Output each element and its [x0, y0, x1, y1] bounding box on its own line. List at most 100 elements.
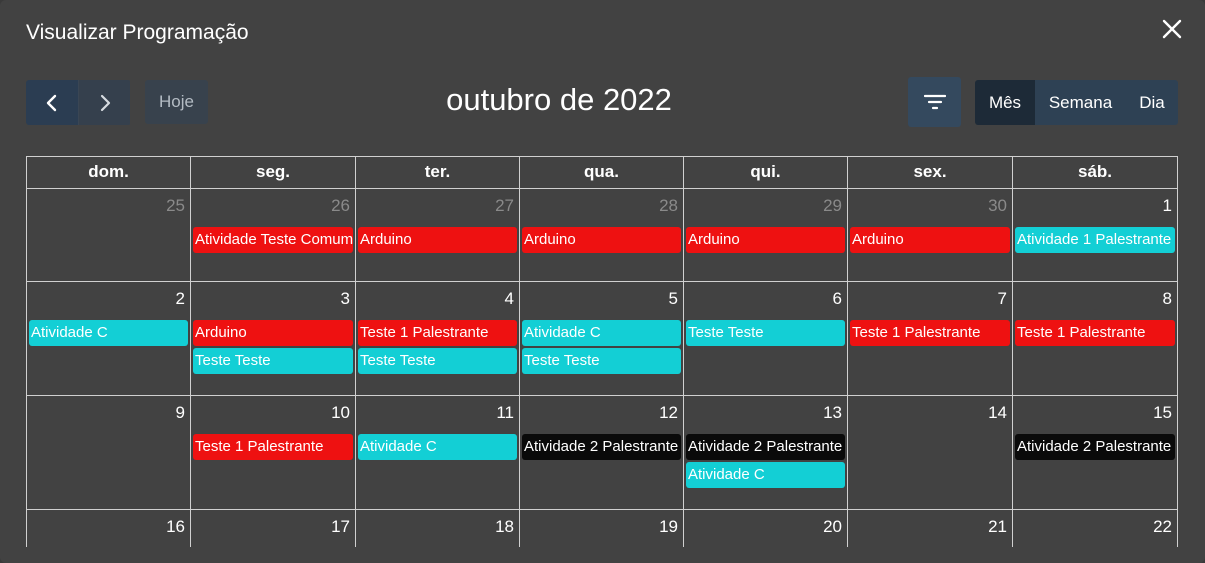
day-number[interactable]: 22: [1153, 517, 1172, 537]
day-number[interactable]: 3: [341, 289, 350, 309]
day-cell[interactable]: 29 Arduino: [684, 189, 848, 282]
day-number[interactable]: 2: [176, 289, 185, 309]
day-cell[interactable]: 19: [520, 510, 684, 547]
week-row: 16 17 18 19 20 21 22: [27, 510, 1178, 547]
calendar-event[interactable]: Arduino: [193, 320, 353, 346]
view-day-button[interactable]: Dia: [1126, 80, 1178, 125]
day-number[interactable]: 1: [1163, 196, 1172, 216]
day-number[interactable]: 18: [495, 517, 514, 537]
calendar-event[interactable]: Atividade 2 Palestrante: [1015, 434, 1175, 460]
weekday-header-cell: ter.: [356, 157, 520, 189]
day-cell[interactable]: 14: [848, 396, 1013, 510]
day-number[interactable]: 5: [669, 289, 678, 309]
close-icon[interactable]: [1161, 18, 1183, 40]
day-number[interactable]: 6: [833, 289, 842, 309]
calendar-event[interactable]: Teste Teste: [522, 348, 681, 374]
week-row: 2 Atividade C 3 Arduino Teste Teste 4 Teste 1 …: [27, 282, 1178, 396]
day-cell[interactable]: 21: [848, 510, 1013, 547]
day-number[interactable]: 29: [823, 196, 842, 216]
calendar-event[interactable]: Teste Teste: [193, 348, 353, 374]
day-cell[interactable]: 11 Atividade C: [356, 396, 520, 510]
calendar-event[interactable]: Atividade C: [686, 462, 845, 488]
day-cell[interactable]: 10 Teste 1 Palestrante: [191, 396, 356, 510]
day-cell[interactable]: 9: [27, 396, 191, 510]
day-number[interactable]: 9: [176, 403, 185, 423]
day-number[interactable]: 4: [505, 289, 514, 309]
calendar-event[interactable]: Arduino: [358, 227, 517, 253]
view-week-button[interactable]: Semana: [1035, 80, 1126, 125]
filter-icon: [923, 94, 946, 110]
weekday-header: dom. seg. ter. qua. qui. sex. sáb.: [27, 157, 1178, 189]
day-cell[interactable]: 15 Atividade 2 Palestrante: [1013, 396, 1178, 510]
day-cell[interactable]: 6 Teste Teste: [684, 282, 848, 396]
day-number[interactable]: 12: [659, 403, 678, 423]
day-cell[interactable]: 8 Teste 1 Palestrante: [1013, 282, 1178, 396]
calendar-event[interactable]: Atividade C: [29, 320, 188, 346]
weekday-header-cell: seg.: [191, 157, 356, 189]
calendar-event[interactable]: Arduino: [850, 227, 1010, 253]
weekday-header-cell: qua.: [520, 157, 684, 189]
day-cell[interactable]: 20: [684, 510, 848, 547]
day-number[interactable]: 19: [659, 517, 678, 537]
day-number[interactable]: 25: [166, 196, 185, 216]
calendar-event[interactable]: Teste 1 Palestrante: [193, 434, 353, 460]
calendar-event[interactable]: Teste 1 Palestrante: [1015, 320, 1175, 346]
schedule-modal: Visualizar Programação Hoje outubro de 2…: [0, 0, 1205, 563]
day-cell[interactable]: 27 Arduino: [356, 189, 520, 282]
weekday-header-cell: qui.: [684, 157, 848, 189]
modal-title: Visualizar Programação: [26, 21, 249, 44]
calendar-event[interactable]: Teste 1 Palestrante: [358, 320, 517, 346]
calendar-event[interactable]: Teste 1 Palestrante: [850, 320, 1010, 346]
filter-button[interactable]: [908, 77, 961, 127]
day-number[interactable]: 16: [166, 517, 185, 537]
calendar-event[interactable]: Atividade 2 Palestrante: [686, 434, 845, 460]
view-switcher: Mês Semana Dia: [975, 80, 1178, 125]
day-cell[interactable]: 22: [1013, 510, 1178, 547]
day-number[interactable]: 13: [823, 403, 842, 423]
day-cell[interactable]: 2 Atividade C: [27, 282, 191, 396]
view-month-button[interactable]: Mês: [975, 80, 1035, 125]
day-number[interactable]: 10: [331, 403, 350, 423]
day-number[interactable]: 30: [988, 196, 1007, 216]
day-number[interactable]: 8: [1163, 289, 1172, 309]
day-number[interactable]: 27: [495, 196, 514, 216]
calendar-event[interactable]: Atividade C: [358, 434, 517, 460]
day-cell[interactable]: 7 Teste 1 Palestrante: [848, 282, 1013, 396]
day-cell[interactable]: 16: [27, 510, 191, 547]
weekday-header-cell: sex.: [848, 157, 1013, 189]
day-cell[interactable]: 1 Atividade 1 Palestrante: [1013, 189, 1178, 282]
day-cell[interactable]: 12 Atividade 2 Palestrante: [520, 396, 684, 510]
day-cell[interactable]: 17: [191, 510, 356, 547]
day-number[interactable]: 28: [659, 196, 678, 216]
day-cell[interactable]: 25: [27, 189, 191, 282]
day-number[interactable]: 21: [988, 517, 1007, 537]
day-number[interactable]: 17: [331, 517, 350, 537]
month-calendar: dom. seg. ter. qua. qui. sex. sáb. 25 26 Ativida…: [26, 156, 1178, 547]
day-number[interactable]: 11: [496, 403, 514, 423]
calendar-event[interactable]: Teste Teste: [686, 320, 845, 346]
day-number[interactable]: 15: [1153, 403, 1172, 423]
week-row: 9 10 Teste 1 Palestrante 11 Atividade C 12 Ati…: [27, 396, 1178, 510]
day-cell[interactable]: 26 Atividade Teste Comum: [191, 189, 356, 282]
weekday-header-cell: sáb.: [1013, 157, 1178, 189]
calendar-event[interactable]: Atividade 1 Palestrante: [1015, 227, 1175, 253]
week-row: 25 26 Atividade Teste Comum 27 Arduino 28 Ardu…: [27, 189, 1178, 282]
calendar-weeks: 25 26 Atividade Teste Comum 27 Arduino 28 Ardu…: [27, 189, 1178, 547]
day-number[interactable]: 14: [988, 403, 1007, 423]
calendar-event[interactable]: Teste Teste: [358, 348, 517, 374]
day-cell[interactable]: 3 Arduino Teste Teste: [191, 282, 356, 396]
day-cell[interactable]: 28 Arduino: [520, 189, 684, 282]
calendar-event[interactable]: Atividade 2 Palestrante: [522, 434, 681, 460]
day-cell[interactable]: 4 Teste 1 Palestrante Teste Teste: [356, 282, 520, 396]
calendar-event[interactable]: Atividade Teste Comum: [193, 227, 353, 253]
calendar-event[interactable]: Arduino: [522, 227, 681, 253]
day-cell[interactable]: 5 Atividade C Teste Teste: [520, 282, 684, 396]
day-cell[interactable]: 18: [356, 510, 520, 547]
day-cell[interactable]: 13 Atividade 2 Palestrante Atividade C: [684, 396, 848, 510]
day-cell[interactable]: 30 Arduino: [848, 189, 1013, 282]
calendar-event[interactable]: Atividade C: [522, 320, 681, 346]
day-number[interactable]: 26: [331, 196, 350, 216]
day-number[interactable]: 7: [998, 289, 1007, 309]
day-number[interactable]: 20: [823, 517, 842, 537]
calendar-event[interactable]: Arduino: [686, 227, 845, 253]
